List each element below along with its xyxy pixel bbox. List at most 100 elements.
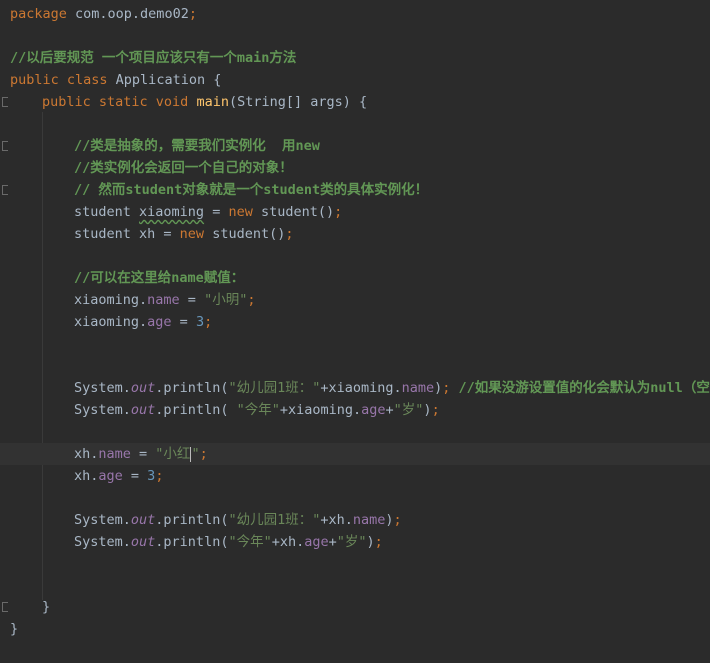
code-line[interactable]: //类实例化会返回一个自己的对象！ [74, 157, 293, 179]
code-line[interactable]: //类是抽象的，需要我们实例化 用new [74, 135, 320, 157]
string-literal: "小红 [155, 446, 191, 462]
code-comment: //类是抽象的，需要我们实例化 用new [74, 138, 320, 154]
code-line[interactable]: package com.oop.demo02; [10, 3, 197, 25]
constructor-call: student() [252, 204, 335, 220]
semicolon: ; [431, 402, 440, 418]
closing-brace: } [10, 621, 19, 637]
string-literal: "小明" [204, 292, 248, 308]
static-field: out [130, 534, 156, 550]
operator: = [171, 314, 196, 330]
concat: + [385, 402, 394, 418]
code-line[interactable]: public static void main(String[] args) { [42, 91, 367, 113]
code-line[interactable]: //以后要规范 一个项目应该只有一个main方法 [10, 47, 296, 69]
string-literal: "岁" [393, 402, 424, 418]
operator: = [204, 204, 229, 220]
keyword: public class [10, 72, 108, 88]
code-line[interactable]: xiaoming.name = "小明"; [74, 289, 255, 311]
object-ref: xiaoming. [74, 292, 148, 308]
semicolon: ; [204, 314, 213, 330]
static-field: out [130, 402, 156, 418]
number-literal: 3 [195, 314, 205, 330]
paren: ) [385, 512, 394, 528]
code-line[interactable]: student xiaoming = new student(); [74, 201, 342, 223]
method-call: .println( [155, 380, 229, 396]
string-literal: "幼儿园1班：" [228, 512, 321, 528]
concat: +xiaoming. [320, 380, 402, 396]
package-name: com.oop.demo02 [66, 6, 189, 22]
code-line[interactable]: public class Application { [10, 69, 221, 91]
code-line[interactable]: student xh = new student(); [74, 223, 293, 245]
semicolon: ; [393, 512, 402, 528]
code-line[interactable]: xiaoming.age = 3; [74, 311, 212, 333]
indent-guide [42, 112, 43, 600]
code-comment: //以后要规范 一个项目应该只有一个main方法 [10, 50, 297, 66]
object-ref: xiaoming. [74, 314, 148, 330]
field-name: age [147, 314, 172, 330]
method-params: (String[] args) { [228, 94, 368, 110]
string-literal: "幼儿园1班：" [228, 380, 321, 396]
code-line[interactable]: System.out.println( "今年"+xiaoming.age+"岁… [74, 399, 440, 421]
fold-marker-icon[interactable] [2, 97, 8, 107]
code-line[interactable]: System.out.println("今年"+xh.age+"岁"); [74, 531, 383, 553]
method-name: main [188, 94, 229, 110]
class-ref: System. [74, 402, 131, 418]
semicolon: ; [199, 446, 208, 462]
paren: ) [366, 534, 375, 550]
semicolon: ; [155, 468, 164, 484]
code-comment: //可以在这里给name赋值： [74, 270, 245, 286]
code-line[interactable]: System.out.println("幼儿园1班："+xh.name); [74, 509, 402, 531]
code-line[interactable]: xh.name = "小红"; [74, 443, 208, 465]
object-ref: xh. [74, 446, 99, 462]
keyword: package [10, 6, 67, 22]
keyword: new [228, 204, 253, 220]
code-line[interactable]: xh.age = 3; [74, 465, 163, 487]
code-editor[interactable]: package com.oop.demo02; //以后要规范 一个项目应该只有… [0, 0, 710, 663]
field-name: name [147, 292, 180, 308]
code-line[interactable]: // 然而student对象就是一个student类的具体实例化！ [74, 179, 428, 201]
class-name: Application { [107, 72, 222, 88]
method-call: .println( [155, 534, 229, 550]
class-ref: System. [74, 512, 131, 528]
constructor-call: student() [204, 226, 286, 242]
operator: = [122, 468, 148, 484]
string-literal: "今年" [228, 534, 272, 550]
keyword: new [179, 226, 205, 242]
semicolon: ; [374, 534, 383, 550]
editor-gutter [0, 0, 8, 663]
semicolon: ; [188, 6, 197, 22]
operator: = [179, 292, 205, 308]
method-call: .println( [155, 402, 237, 418]
closing-brace: } [42, 599, 51, 615]
string-literal: "今年" [236, 402, 280, 418]
concat: +xiaoming. [279, 402, 362, 418]
class-ref: System. [74, 534, 131, 550]
field-name: name [98, 446, 131, 462]
code-comment: // 然而student对象就是一个student类的具体实例化！ [74, 182, 429, 198]
field-name: age [361, 402, 386, 418]
code-comment: //如果没游设置值的化会默认为null（空） [458, 380, 710, 396]
code-line[interactable]: //可以在这里给name赋值： [74, 267, 244, 289]
type-name: student [74, 204, 140, 220]
field-name: name [401, 380, 435, 396]
code-line[interactable]: } [10, 618, 18, 640]
semicolon: ; [247, 292, 256, 308]
concat: +xh. [320, 512, 353, 528]
field-name: name [352, 512, 386, 528]
concat: +xh. [271, 534, 305, 550]
string-literal: "岁" [336, 534, 367, 550]
code-line[interactable]: } [42, 596, 50, 618]
field-name: age [304, 534, 329, 550]
declaration: student xh = [74, 226, 180, 242]
semicolon: ; [285, 226, 294, 242]
string-literal: " [191, 446, 200, 462]
code-line[interactable]: System.out.println("幼儿园1班："+xiaoming.nam… [74, 377, 710, 399]
semicolon: ; [442, 380, 459, 396]
method-call: .println( [155, 512, 229, 528]
object-ref: xh. [74, 468, 99, 484]
fold-marker-icon[interactable] [2, 141, 8, 151]
concat: + [328, 534, 337, 550]
keyword: public static void [42, 94, 189, 110]
fold-marker-icon[interactable] [2, 185, 8, 195]
static-field: out [130, 380, 156, 396]
fold-marker-icon[interactable] [2, 602, 8, 612]
